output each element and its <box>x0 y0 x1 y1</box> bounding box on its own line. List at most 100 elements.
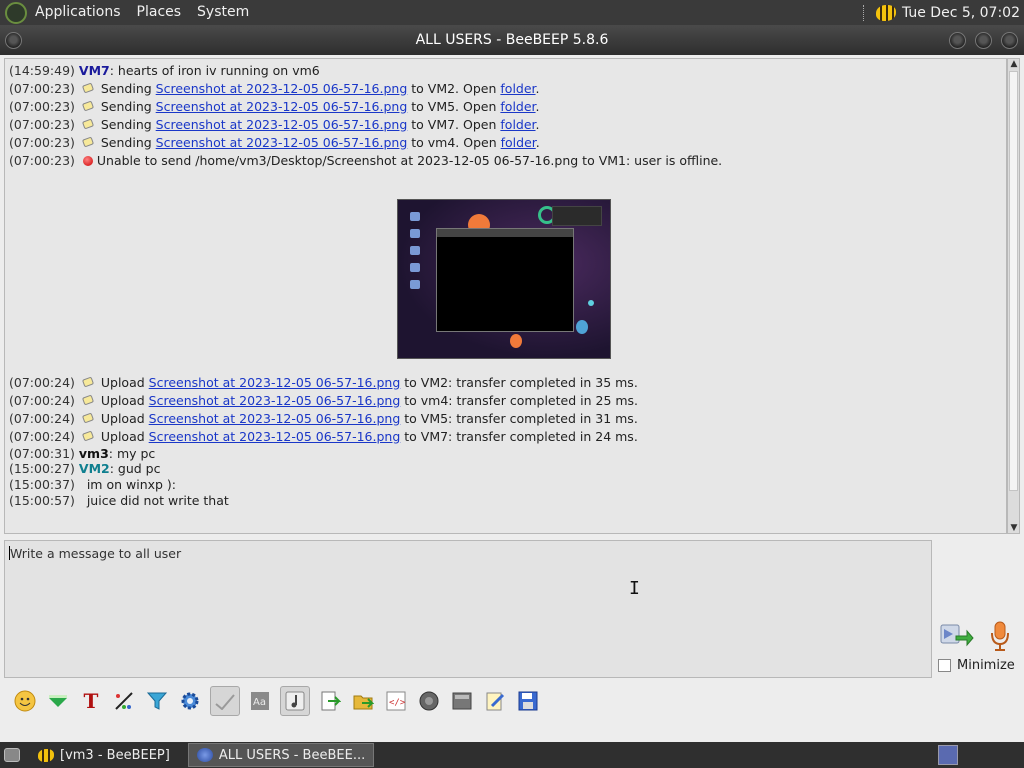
message-text: : my pc <box>108 446 156 461</box>
beebeep-icon <box>38 748 54 762</box>
message-input[interactable]: Write a message to all user <box>4 540 932 678</box>
open-folder-link[interactable]: folder <box>501 135 536 150</box>
message-text: im on winxp ): <box>78 477 177 492</box>
file-link[interactable]: Screenshot at 2023-12-05 06-57-16.png <box>149 429 401 444</box>
timestamp: (07:00:23) <box>9 81 75 96</box>
sound-notification-icon[interactable] <box>280 686 310 716</box>
chat-line: (15:00:27) VM2: gud pc <box>9 461 1002 477</box>
timestamp: (15:00:37) <box>9 477 75 492</box>
desktop-icons <box>410 208 424 297</box>
bottom-taskbar: [vm3 - BeeBEEP] ALL USERS - BeeBEE... <box>0 742 1024 768</box>
scroll-down-arrow-icon[interactable]: ▼ <box>1009 523 1019 533</box>
file-link[interactable]: Screenshot at 2023-12-05 06-57-16.png <box>149 411 401 426</box>
taskbar-item-all-users[interactable]: ALL USERS - BeeBEE... <box>187 743 375 767</box>
chat-line: (15:00:37) im on winxp ): <box>9 477 1002 493</box>
clock[interactable]: Tue Dec 5, 07:02 <box>902 5 1020 21</box>
open-folder-link[interactable]: folder <box>500 117 535 132</box>
chat-line: (14:59:49) VM7: hearts of iron iv runnin… <box>9 62 1002 80</box>
timestamp: (07:00:24) <box>9 429 75 444</box>
transfer-verb: Upload <box>100 375 145 390</box>
file-link[interactable]: Screenshot at 2023-12-05 06-57-16.png <box>149 393 401 408</box>
minimize-label: Minimize <box>957 658 1015 673</box>
checkbox-box[interactable] <box>938 659 951 672</box>
username[interactable]: vm3 <box>79 446 109 461</box>
chat-scrollbar[interactable]: ▲ ▼ <box>1007 58 1020 534</box>
send-message-icon[interactable] <box>940 622 974 650</box>
scroll-thumb[interactable] <box>1009 71 1018 491</box>
floppy-save-icon[interactable] <box>515 688 541 714</box>
open-folder-link[interactable]: folder <box>500 99 535 114</box>
taskbar-item-vm3[interactable]: [vm3 - BeeBEEP] <box>30 743 178 767</box>
transfer-destination: to VM2. Open <box>411 81 497 96</box>
menu-places[interactable]: Places <box>129 0 190 25</box>
notification-popup <box>552 206 602 226</box>
transfer-verb: Sending <box>100 81 152 96</box>
chat-window-icon <box>196 748 213 762</box>
save-chat-icon[interactable] <box>449 688 475 714</box>
close-window-button[interactable] <box>1001 32 1018 49</box>
timestamp: (07:00:31) <box>9 446 75 461</box>
file-transfer-icon <box>81 118 95 130</box>
font-icon[interactable]: T <box>78 688 104 714</box>
emoticon-icon[interactable] <box>12 688 38 714</box>
beebeep-tray-icon[interactable] <box>875 4 896 21</box>
timestamp: (15:00:57) <box>9 493 75 508</box>
edit-note-icon[interactable] <box>482 688 508 714</box>
html-code-icon[interactable]: </> <box>383 688 409 714</box>
taskbar-label: [vm3 - BeeBEEP] <box>60 747 170 763</box>
file-transfer-icon <box>81 394 95 406</box>
send-folder-icon[interactable] <box>350 688 376 714</box>
username[interactable]: VM7 <box>79 63 110 78</box>
file-transfer-icon <box>81 100 95 112</box>
file-link[interactable]: Screenshot at 2023-12-05 06-57-16.png <box>156 135 408 150</box>
transfer-verb: Sending <box>100 99 152 114</box>
scroll-up-arrow-icon[interactable]: ▲ <box>1009 59 1019 69</box>
font-color-icon[interactable] <box>111 688 137 714</box>
minimize-window-button[interactable] <box>949 32 966 49</box>
spellcheck-icon[interactable] <box>210 686 240 716</box>
svg-text:</>: </> <box>389 698 406 708</box>
distro-logo-icon[interactable] <box>5 1 27 24</box>
transfer-verb: Upload <box>100 411 145 426</box>
transfer-status: to vm4: transfer completed in 25 ms. <box>404 393 639 408</box>
timestamp: (14:59:49) <box>9 63 75 78</box>
word-completer-icon[interactable]: Aa <box>247 688 273 714</box>
file-link[interactable]: Screenshot at 2023-12-05 06-57-16.png <box>156 81 408 96</box>
punctuation: . <box>535 81 540 96</box>
send-file-icon[interactable] <box>317 688 343 714</box>
menu-system[interactable]: System <box>189 0 257 25</box>
menu-applications[interactable]: Applications <box>27 0 129 25</box>
chat-history[interactable]: (14:59:49) VM7: hearts of iron iv runnin… <box>4 58 1007 534</box>
show-desktop-button[interactable] <box>0 743 24 767</box>
username[interactable]: VM2 <box>79 461 110 476</box>
file-link[interactable]: Screenshot at 2023-12-05 06-57-16.png <box>149 375 401 390</box>
maximize-window-button[interactable] <box>975 32 992 49</box>
open-folder-link[interactable]: folder <box>500 81 535 96</box>
file-link[interactable]: Screenshot at 2023-12-05 06-57-16.png <box>156 99 408 114</box>
chat-line: (07:00:24) Upload Screenshot at 2023-12-… <box>9 428 1002 446</box>
shared-screenshot-image[interactable] <box>397 199 611 359</box>
punctuation: . <box>535 99 540 114</box>
window-titlebar[interactable]: ALL USERS - BeeBEEP 5.8.6 <box>0 25 1024 55</box>
file-link[interactable]: Screenshot at 2023-12-05 06-57-16.png <box>156 117 408 132</box>
buzz-icon[interactable] <box>45 688 71 714</box>
voice-message-icon[interactable] <box>988 620 1012 652</box>
terminal-window <box>436 228 574 332</box>
chat-line: (07:00:23) Sending Screenshot at 2023-12… <box>9 98 1002 116</box>
file-transfer-icon <box>81 412 95 424</box>
error-icon <box>82 156 93 166</box>
minimize-checkbox[interactable]: Minimize <box>938 658 1015 673</box>
chat-line: (07:00:23) Sending Screenshot at 2023-12… <box>9 116 1002 134</box>
transfer-status: to VM2: transfer completed in 35 ms. <box>404 375 638 390</box>
window-menu-button[interactable] <box>5 32 22 49</box>
workspace-switcher[interactable] <box>938 745 958 765</box>
transfer-status: to VM7: transfer completed in 24 ms. <box>404 429 638 444</box>
settings-gear-icon[interactable] <box>177 688 203 714</box>
message-text: : gud pc <box>109 461 161 476</box>
file-transfer-icon <box>81 136 95 148</box>
filter-icon[interactable] <box>144 688 170 714</box>
timestamp: (07:00:24) <box>9 393 75 408</box>
screenshot-icon[interactable] <box>416 688 442 714</box>
message-text: juice did not write that <box>78 493 229 508</box>
ibeam-cursor-icon: I <box>629 578 640 599</box>
